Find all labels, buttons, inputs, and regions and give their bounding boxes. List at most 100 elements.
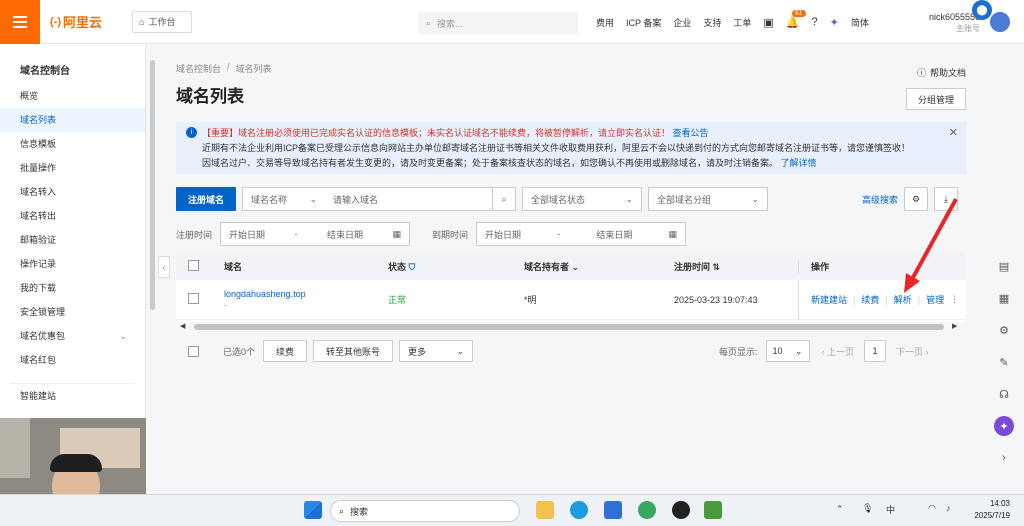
sidebar-item-domain-list[interactable]: 域名列表	[0, 108, 145, 132]
help-doc-link[interactable]: ⓘ 帮助文档	[917, 66, 966, 79]
sidebar-scrollbar[interactable]	[150, 60, 155, 310]
calendar-icon: ▦	[392, 228, 402, 239]
table-footer: 已选0个 续费 转至其他账号 更多 ⌄ 每页显示: 10 ⌄ ‹ 上一页 1 下一页…	[176, 340, 966, 362]
register-domain-button[interactable]: 注册域名	[176, 187, 236, 211]
col-reg-time[interactable]: 注册时间 ⇅	[674, 260, 798, 273]
chevron-right-icon[interactable]: ›	[994, 448, 1014, 468]
breadcrumb-console[interactable]: 域名控制台	[176, 62, 221, 75]
chevron-up-icon[interactable]: ⌃	[836, 504, 844, 515]
sidebar-item-red-packet[interactable]: 域名红包	[0, 348, 145, 372]
image-icon[interactable]: ▣	[763, 16, 773, 29]
domain-search-input[interactable]: 请输入域名	[325, 187, 493, 211]
more-icon[interactable]: ⋮	[950, 294, 959, 305]
domain-link[interactable]: longdahuasheng.top	[224, 289, 388, 300]
workbench-button[interactable]: ⌂ 工作台	[132, 10, 192, 33]
gear-icon[interactable]: ⚙	[994, 320, 1014, 340]
prev-page-button[interactable]: ‹ 上一页	[822, 345, 855, 358]
group-manage-button[interactable]: 分组管理	[906, 88, 966, 110]
renew-link[interactable]: 续费	[861, 293, 879, 306]
globe-app-icon[interactable]	[638, 501, 656, 519]
file-explorer-icon[interactable]	[536, 501, 554, 519]
wifi-icon[interactable]: ◠	[928, 503, 936, 514]
volume-icon[interactable]: ♪	[946, 503, 951, 513]
nav-billing[interactable]: 费用	[596, 16, 614, 29]
select-all-checkbox[interactable]	[188, 259, 199, 271]
col-holder[interactable]: 域名持有者 ⌄	[524, 260, 674, 273]
nav-icp[interactable]: ICP 备案	[626, 16, 661, 29]
floating-pin-icon[interactable]: ⬤	[972, 0, 992, 20]
taskbar-search[interactable]: ⌕ 搜索	[330, 500, 520, 522]
view-announcement-link[interactable]: 查看公告	[673, 128, 709, 138]
calculator-icon[interactable]: ▦	[994, 288, 1014, 308]
sidebar-item-site-builder[interactable]: 智能建站	[0, 384, 145, 408]
windows-start-icon[interactable]	[304, 501, 322, 519]
user-info[interactable]: nick6055555 主账号	[920, 12, 980, 34]
sidebar-item-info-template[interactable]: 信息模板	[0, 132, 145, 156]
table-horizontal-scrollbar[interactable]: ◀ ▶	[176, 322, 966, 332]
ime-indicator[interactable]: 中	[886, 503, 895, 516]
aliyun-logo[interactable]: (-) 阿里云	[50, 12, 122, 31]
language-switch[interactable]: 简体	[851, 16, 869, 29]
sidebar-item-discount-pack[interactable]: 域名优惠包 ⌄	[0, 324, 145, 348]
media-app-icon[interactable]	[672, 501, 690, 519]
hamburger-menu-button[interactable]	[0, 0, 40, 44]
scroll-left-icon[interactable]: ◀	[180, 322, 185, 330]
col-status[interactable]: 状态 ⛉	[388, 260, 524, 273]
headset-icon[interactable]: ☊	[994, 384, 1014, 404]
learn-more-link[interactable]: 了解详情	[781, 158, 817, 168]
advanced-search-link[interactable]: 高级搜索	[862, 193, 898, 206]
group-select[interactable]: 全部域名分组 ⌄	[648, 187, 768, 211]
close-icon[interactable]: ✕	[949, 126, 958, 141]
search-icon: ⌕	[339, 505, 345, 516]
batch-renew-button[interactable]: 续费	[263, 340, 308, 362]
sidebar-item-transfer-out[interactable]: 域名转出	[0, 204, 145, 228]
avatar[interactable]	[988, 10, 1012, 34]
top-nav: 费用 ICP 备案 企业 支持 工单 ▣ 🔔 61 ? ✦ 简体	[596, 0, 869, 44]
sidebar-item-email-verify[interactable]: 邮箱验证	[0, 228, 145, 252]
search-icon: ⌕	[501, 193, 507, 204]
sidebar-item-transfer-in[interactable]: 域名转入	[0, 180, 145, 204]
build-site-link[interactable]: 新建建站	[811, 293, 847, 306]
filter-type-select[interactable]: 域名名称 ⌄	[242, 187, 326, 211]
ai-assistant-icon[interactable]: ✦	[830, 16, 839, 29]
green-app-icon[interactable]	[704, 501, 722, 519]
exp-date-range[interactable]: 开始日期 - 结束日期 ▦	[476, 222, 687, 246]
col-domain: 域名	[224, 261, 243, 272]
store-icon[interactable]	[604, 501, 622, 519]
more-dropdown[interactable]: 更多 ⌄	[399, 340, 474, 362]
filter-icon: ⛉	[408, 261, 416, 272]
system-clock[interactable]: 14:03 2025/7/19	[970, 498, 1010, 522]
filter-row: 注册域名 域名名称 ⌄ 请输入域名 ⌕ 全部域名状态 ⌄ 全部域名分组 ⌄ 高级搜索 …	[176, 187, 959, 211]
right-toolbar: ▤ ▦ ⚙ ✎ ☊ ✦ ›	[984, 256, 1024, 486]
transfer-account-button[interactable]: 转至其他账号	[313, 340, 394, 362]
sidebar-item-batch[interactable]: 批量操作	[0, 156, 145, 180]
footer-select-all-checkbox[interactable]	[188, 345, 199, 357]
bell-icon[interactable]: 🔔 61	[786, 9, 806, 29]
page-number[interactable]: 1	[864, 340, 887, 362]
edit-icon[interactable]: ✎	[994, 352, 1014, 372]
sidebar-item-overview[interactable]: 概览	[0, 84, 145, 108]
edge-browser-icon[interactable]	[570, 501, 588, 519]
nav-support[interactable]: 支持	[703, 16, 721, 29]
scroll-right-icon[interactable]: ▶	[952, 322, 957, 330]
reg-date-range[interactable]: 开始日期 - 结束日期 ▦	[220, 222, 411, 246]
global-search-input[interactable]: ⌕ 搜索...	[418, 12, 578, 34]
page-size-select[interactable]: 10 ⌄	[765, 340, 810, 362]
sidebar-item-security-lock[interactable]: 安全锁管理	[0, 300, 145, 324]
document-icon[interactable]: ▤	[994, 256, 1014, 276]
nav-ticket[interactable]: 工单	[733, 16, 751, 29]
microphone-icon[interactable]: 🎙	[862, 503, 873, 514]
table-row: longdahuasheng.top - 正常 *明 2025-03-23 19:…	[176, 279, 966, 320]
help-icon[interactable]: ?	[812, 16, 818, 28]
nav-enterprise[interactable]: 企业	[673, 16, 691, 29]
status-select[interactable]: 全部域名状态 ⌄	[522, 187, 642, 211]
search-button[interactable]: ⌕	[492, 187, 516, 211]
sidebar-item-downloads[interactable]: 我的下载	[0, 276, 145, 300]
next-page-button[interactable]: 下一页 ›	[896, 345, 929, 358]
sidebar-item-operation-log[interactable]: 操作记录	[0, 252, 145, 276]
scroll-thumb[interactable]	[194, 324, 944, 330]
domain-table: 域名 状态 ⛉ 域名持有者 ⌄ 注册时间 ⇅ 操作 longdahuasheng…	[176, 252, 966, 322]
row-checkbox[interactable]	[188, 293, 199, 304]
sidebar-collapse-button[interactable]: ‹	[158, 256, 170, 278]
ai-assistant-icon[interactable]: ✦	[994, 416, 1014, 436]
